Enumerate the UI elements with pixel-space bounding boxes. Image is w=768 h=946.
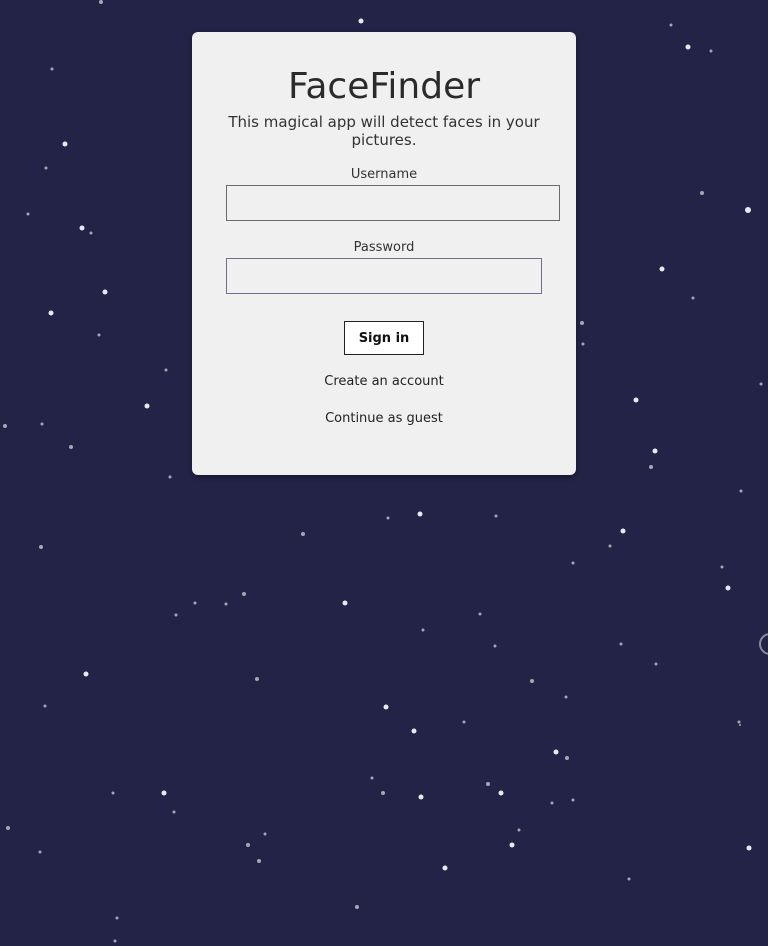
- create-account-link[interactable]: Create an account: [192, 374, 576, 390]
- login-card: FaceFinder This magical app will detect …: [192, 32, 576, 475]
- star: [654, 662, 658, 666]
- star: [571, 798, 575, 802]
- username-label: Username: [350, 167, 418, 182]
- star: [571, 561, 575, 565]
- star: [39, 545, 43, 549]
- star: [739, 489, 743, 493]
- star: [633, 397, 639, 403]
- star: [89, 231, 93, 235]
- star: [43, 704, 47, 708]
- star: [99, 0, 103, 4]
- star: [193, 601, 197, 605]
- star: [161, 790, 167, 796]
- star: [421, 628, 425, 632]
- star: [172, 810, 176, 814]
- star: [550, 801, 554, 805]
- star: [79, 225, 85, 231]
- star: [580, 321, 584, 325]
- star: [493, 644, 497, 648]
- star: [257, 859, 261, 863]
- password-input[interactable]: [226, 258, 542, 294]
- star: [627, 877, 631, 881]
- star: [709, 49, 713, 53]
- star: [38, 850, 42, 854]
- star: [97, 333, 101, 337]
- star: [700, 191, 704, 195]
- star: [737, 720, 741, 724]
- username-input[interactable]: [226, 185, 560, 221]
- star: [386, 516, 390, 520]
- star: [383, 704, 389, 710]
- star: [739, 724, 741, 726]
- star: [44, 166, 48, 170]
- star: [246, 843, 250, 847]
- star: [745, 207, 751, 213]
- star: [530, 679, 534, 683]
- continue-as-guest-link[interactable]: Continue as guest: [192, 411, 576, 427]
- star: [725, 585, 731, 591]
- star: [83, 671, 89, 677]
- star: [565, 756, 569, 760]
- star: [355, 905, 359, 909]
- app-subtitle: This magical app will detect faces in yo…: [228, 113, 540, 149]
- star: [115, 916, 119, 920]
- star: [40, 422, 44, 426]
- star: [242, 592, 246, 596]
- star: [685, 44, 691, 50]
- star: [48, 310, 54, 316]
- password-label: Password: [353, 240, 415, 255]
- star: [342, 600, 348, 606]
- star: [370, 776, 374, 780]
- star: [381, 791, 385, 795]
- star: [164, 368, 168, 372]
- star: [652, 448, 658, 454]
- star: [759, 382, 763, 386]
- star: [494, 514, 498, 518]
- app-title: FaceFinder: [287, 66, 481, 107]
- star: [649, 465, 653, 469]
- star: [144, 403, 150, 409]
- star: [263, 832, 267, 836]
- star: [659, 266, 665, 272]
- star: [746, 845, 752, 851]
- star: [509, 842, 515, 848]
- star: [669, 23, 673, 27]
- star: [417, 511, 423, 517]
- star: [418, 794, 424, 800]
- sign-in-button[interactable]: Sign in: [344, 321, 424, 355]
- star: [69, 445, 73, 449]
- star: [517, 828, 521, 832]
- star: [102, 289, 108, 295]
- star: [619, 642, 623, 646]
- star: [581, 342, 585, 346]
- star: [411, 728, 417, 734]
- star: [224, 602, 228, 606]
- star: [301, 532, 305, 536]
- star: [174, 613, 178, 617]
- star: [691, 296, 695, 300]
- star: [168, 475, 172, 479]
- star: [608, 544, 612, 548]
- star: [358, 18, 364, 24]
- star: [111, 791, 115, 795]
- star: [3, 424, 7, 428]
- star: [26, 212, 30, 216]
- star: [62, 141, 68, 147]
- star: [442, 865, 448, 871]
- star: [478, 612, 482, 616]
- star: [255, 677, 259, 681]
- star: [564, 695, 568, 699]
- star: [6, 826, 10, 830]
- star: [620, 528, 626, 534]
- star: [720, 565, 724, 569]
- star: [553, 749, 559, 755]
- star: [498, 790, 504, 796]
- star: [113, 939, 117, 943]
- star: [50, 67, 54, 71]
- star: [462, 720, 466, 724]
- star: [486, 782, 490, 786]
